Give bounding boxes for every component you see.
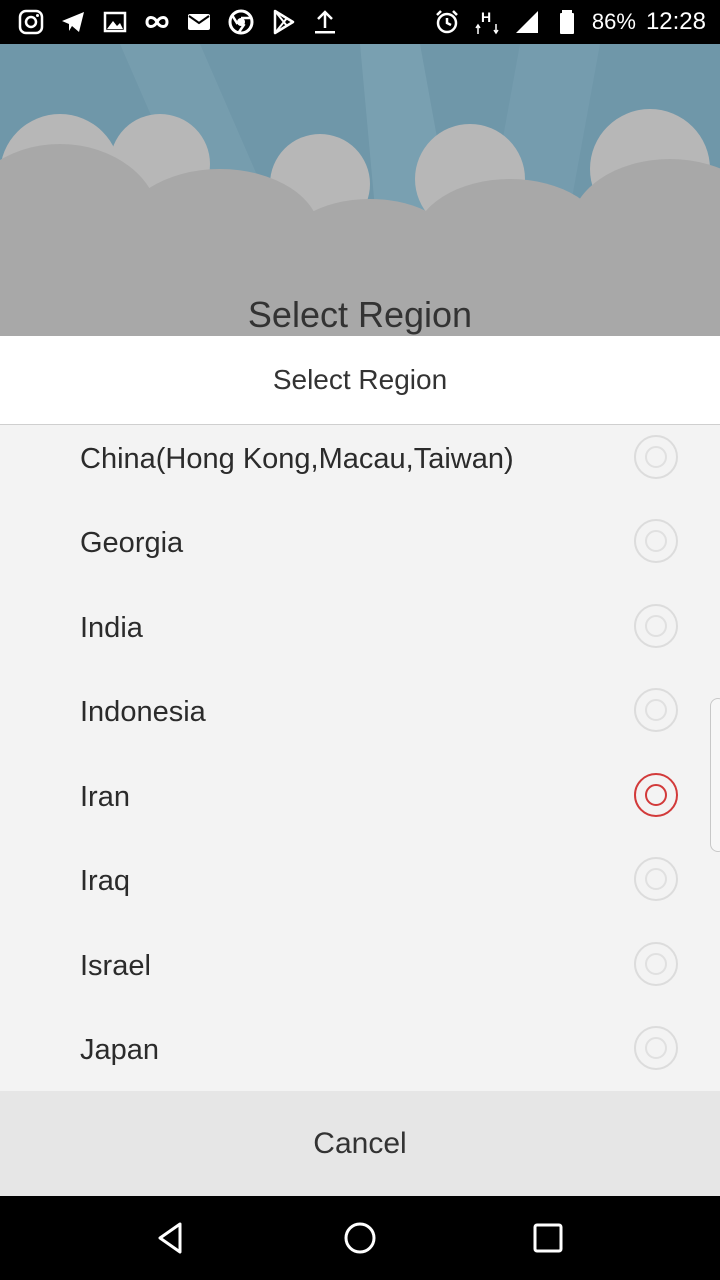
radio-button[interactable] [634, 435, 678, 479]
header-background: Select Region [0, 44, 720, 336]
upload-icon [310, 7, 340, 37]
play-store-icon [268, 7, 298, 37]
status-bar: H 86% 12:28 [0, 0, 720, 44]
chrome-icon [226, 7, 256, 37]
dialog-title: Select Region [0, 336, 720, 425]
screen: H 86% 12:28 Select Region Select Region … [0, 0, 720, 1280]
region-label: Israel [80, 949, 151, 982]
radio-button-selected[interactable] [634, 773, 678, 817]
radio-button[interactable] [634, 519, 678, 563]
background-title: Select Region [247, 294, 473, 335]
region-label: Indonesia [80, 695, 206, 728]
clock: 12:28 [645, 8, 706, 35]
battery-icon [552, 7, 582, 37]
home-icon[interactable] [336, 1214, 384, 1262]
region-option-india[interactable]: India [0, 586, 720, 670]
region-label: China(Hong Kong,Macau,Taiwan) [80, 442, 514, 475]
radio-button[interactable] [634, 688, 678, 732]
alarm-icon [432, 7, 462, 37]
radio-button[interactable] [634, 857, 678, 901]
instagram-icon [16, 7, 46, 37]
recents-icon[interactable] [524, 1214, 572, 1262]
region-label: Iran [80, 780, 130, 813]
region-option-iraq[interactable]: Iraq [0, 839, 720, 923]
mail-icon [184, 7, 214, 37]
cloud-illustration [0, 44, 720, 336]
region-option-iran[interactable]: Iran [0, 755, 720, 839]
infinity-icon [142, 7, 172, 37]
scroll-handle[interactable] [710, 698, 720, 852]
region-option-indonesia[interactable]: Indonesia [0, 670, 720, 754]
radio-button[interactable] [634, 1026, 678, 1070]
region-label: Georgia [80, 526, 184, 559]
region-label: Japan [80, 1033, 160, 1066]
notification-icons [16, 0, 340, 44]
cancel-button[interactable]: Cancel [0, 1091, 720, 1196]
cell-signal-icon [512, 7, 542, 37]
gallery-icon [100, 7, 130, 37]
region-label: India [80, 611, 143, 644]
back-icon[interactable] [148, 1214, 196, 1262]
navigation-bar [0, 1196, 720, 1280]
svg-text:H: H [481, 9, 491, 25]
battery-percent: 86% [591, 9, 636, 34]
region-option-georgia[interactable]: Georgia [0, 501, 720, 585]
system-status: H 86% 12:28 [432, 0, 706, 44]
telegram-icon [58, 7, 88, 37]
select-region-dialog: Select Region China(Hong Kong,Macau,Taiw… [0, 336, 720, 1196]
radio-button[interactable] [634, 942, 678, 986]
h-signal-icon: H [472, 7, 502, 37]
region-label: Iraq [80, 864, 130, 897]
region-option-japan[interactable]: Japan [0, 1008, 720, 1091]
region-option-israel[interactable]: Israel [0, 924, 720, 1008]
region-list[interactable]: China(Hong Kong,Macau,Taiwan) Georgia In… [0, 425, 720, 1091]
region-option-china[interactable]: China(Hong Kong,Macau,Taiwan) [0, 425, 720, 501]
radio-button[interactable] [634, 604, 678, 648]
